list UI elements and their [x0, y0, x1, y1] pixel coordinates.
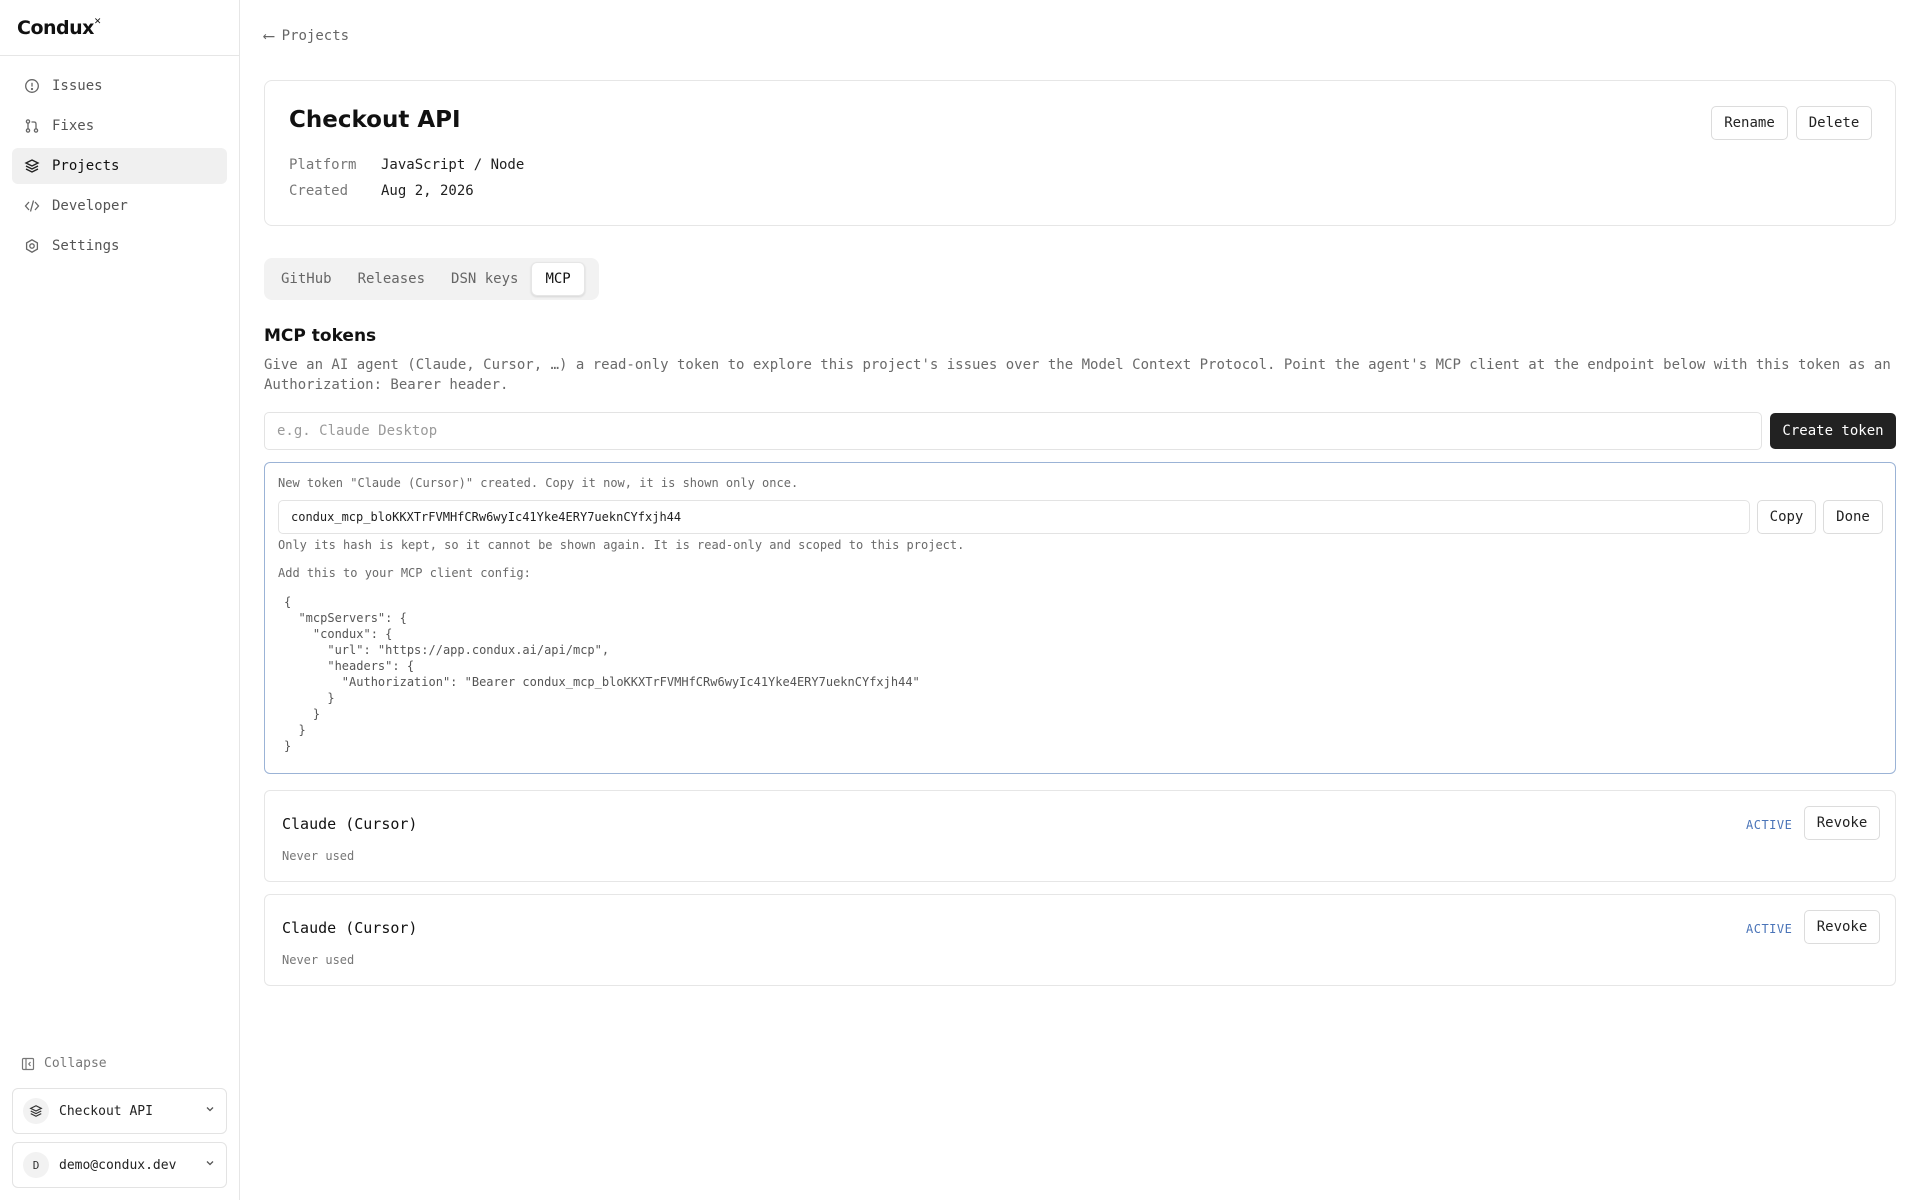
created-row: Created Aug 2, 2026: [289, 183, 474, 199]
created-label: Created: [289, 183, 349, 199]
done-button[interactable]: Done: [1823, 500, 1883, 534]
project-tabs: GitHub Releases DSN keys MCP: [264, 258, 599, 300]
token-list-item: Claude (Cursor) Never used ACTIVE Revoke: [264, 790, 1896, 882]
token-usage: Never used: [282, 849, 355, 863]
platform-label: Platform: [289, 157, 357, 173]
account-switcher[interactable]: D demo@condux.dev: [12, 1142, 227, 1188]
revoke-button[interactable]: Revoke: [1804, 910, 1880, 944]
collapse-label: Collapse: [44, 1056, 107, 1071]
status-badge: ACTIVE: [1746, 818, 1793, 832]
sidebar-collapse-icon: [21, 1057, 35, 1070]
sidebar-item-issues[interactable]: Issues: [12, 68, 227, 104]
project-header-card: Checkout API Platform JavaScript / Node C…: [264, 80, 1896, 226]
sidebar-item-settings[interactable]: Settings: [12, 228, 227, 264]
git-pull-request-icon: [24, 118, 40, 134]
copy-button[interactable]: Copy: [1757, 500, 1816, 534]
chevron-down-icon: [204, 1157, 216, 1173]
sidebar: Condux ✕ Issues Fixes Projects Developer …: [0, 0, 240, 1200]
account-email: demo@condux.dev: [59, 1157, 177, 1173]
tab-github[interactable]: GitHub: [268, 262, 345, 296]
mcp-config-code: { "mcpServers": { "condux": { "url": "ht…: [284, 595, 920, 753]
new-token-panel: New token "Claude (Cursor)" created. Cop…: [264, 462, 1896, 774]
avatar: D: [23, 1152, 49, 1178]
platform-value: JavaScript / Node: [381, 157, 525, 173]
token-created-note: New token "Claude (Cursor)" created. Cop…: [278, 476, 799, 490]
tab-releases[interactable]: Releases: [345, 262, 438, 296]
sidebar-item-label: Projects: [52, 158, 120, 174]
collapse-button[interactable]: Collapse: [21, 1056, 107, 1071]
token-list-item: Claude (Cursor) Never used ACTIVE Revoke: [264, 894, 1896, 986]
gear-icon: [24, 238, 40, 254]
delete-button[interactable]: Delete: [1796, 106, 1872, 140]
token-usage: Never used: [282, 953, 355, 967]
alert-circle-icon: [24, 78, 40, 94]
section-description: Give an AI agent (Claude, Cursor, …) a r…: [264, 357, 1891, 393]
tab-mcp[interactable]: MCP: [531, 262, 585, 296]
chevron-down-icon: [204, 1103, 216, 1119]
sidebar-item-label: Developer: [52, 198, 128, 214]
app-logo-text: Condux: [17, 16, 94, 39]
status-badge: ACTIVE: [1746, 922, 1793, 936]
sidebar-item-developer[interactable]: Developer: [12, 188, 227, 224]
project-switcher[interactable]: Checkout API: [12, 1088, 227, 1134]
project-switcher-label: Checkout API: [59, 1103, 153, 1119]
sidebar-item-fixes[interactable]: Fixes: [12, 108, 227, 144]
back-link[interactable]: ⟵ Projects: [264, 26, 349, 45]
config-note: Add this to your MCP client config:: [278, 566, 531, 580]
sidebar-item-label: Settings: [52, 238, 120, 254]
sidebar-nav: Issues Fixes Projects Developer Settings: [0, 56, 239, 280]
created-value: Aug 2, 2026: [381, 183, 474, 199]
token-value-field[interactable]: [278, 500, 1750, 534]
page-title: Checkout API: [289, 107, 461, 133]
rename-button[interactable]: Rename: [1711, 106, 1788, 140]
sidebar-item-label: Issues: [52, 78, 103, 94]
sidebar-item-label: Fixes: [52, 118, 95, 134]
sidebar-item-projects[interactable]: Projects: [12, 148, 227, 184]
platform-row: Platform JavaScript / Node: [289, 157, 524, 173]
create-token-button[interactable]: Create token: [1770, 413, 1896, 449]
arrow-left-icon: ⟵: [264, 26, 274, 45]
token-name-input[interactable]: [264, 412, 1762, 450]
back-link-label: Projects: [281, 27, 350, 44]
token-name: Claude (Cursor): [282, 815, 418, 833]
code-icon: [24, 198, 40, 214]
token-hash-note: Only its hash is kept, so it cannot be s…: [278, 538, 965, 552]
token-name: Claude (Cursor): [282, 919, 418, 937]
layers-icon: [23, 1098, 49, 1124]
logo-mark-icon: ✕: [93, 16, 102, 27]
layers-icon: [24, 158, 40, 174]
section-title: MCP tokens: [264, 326, 377, 346]
tab-dsn-keys[interactable]: DSN keys: [438, 262, 531, 296]
app-logo[interactable]: Condux ✕: [0, 0, 239, 56]
revoke-button[interactable]: Revoke: [1804, 806, 1880, 840]
